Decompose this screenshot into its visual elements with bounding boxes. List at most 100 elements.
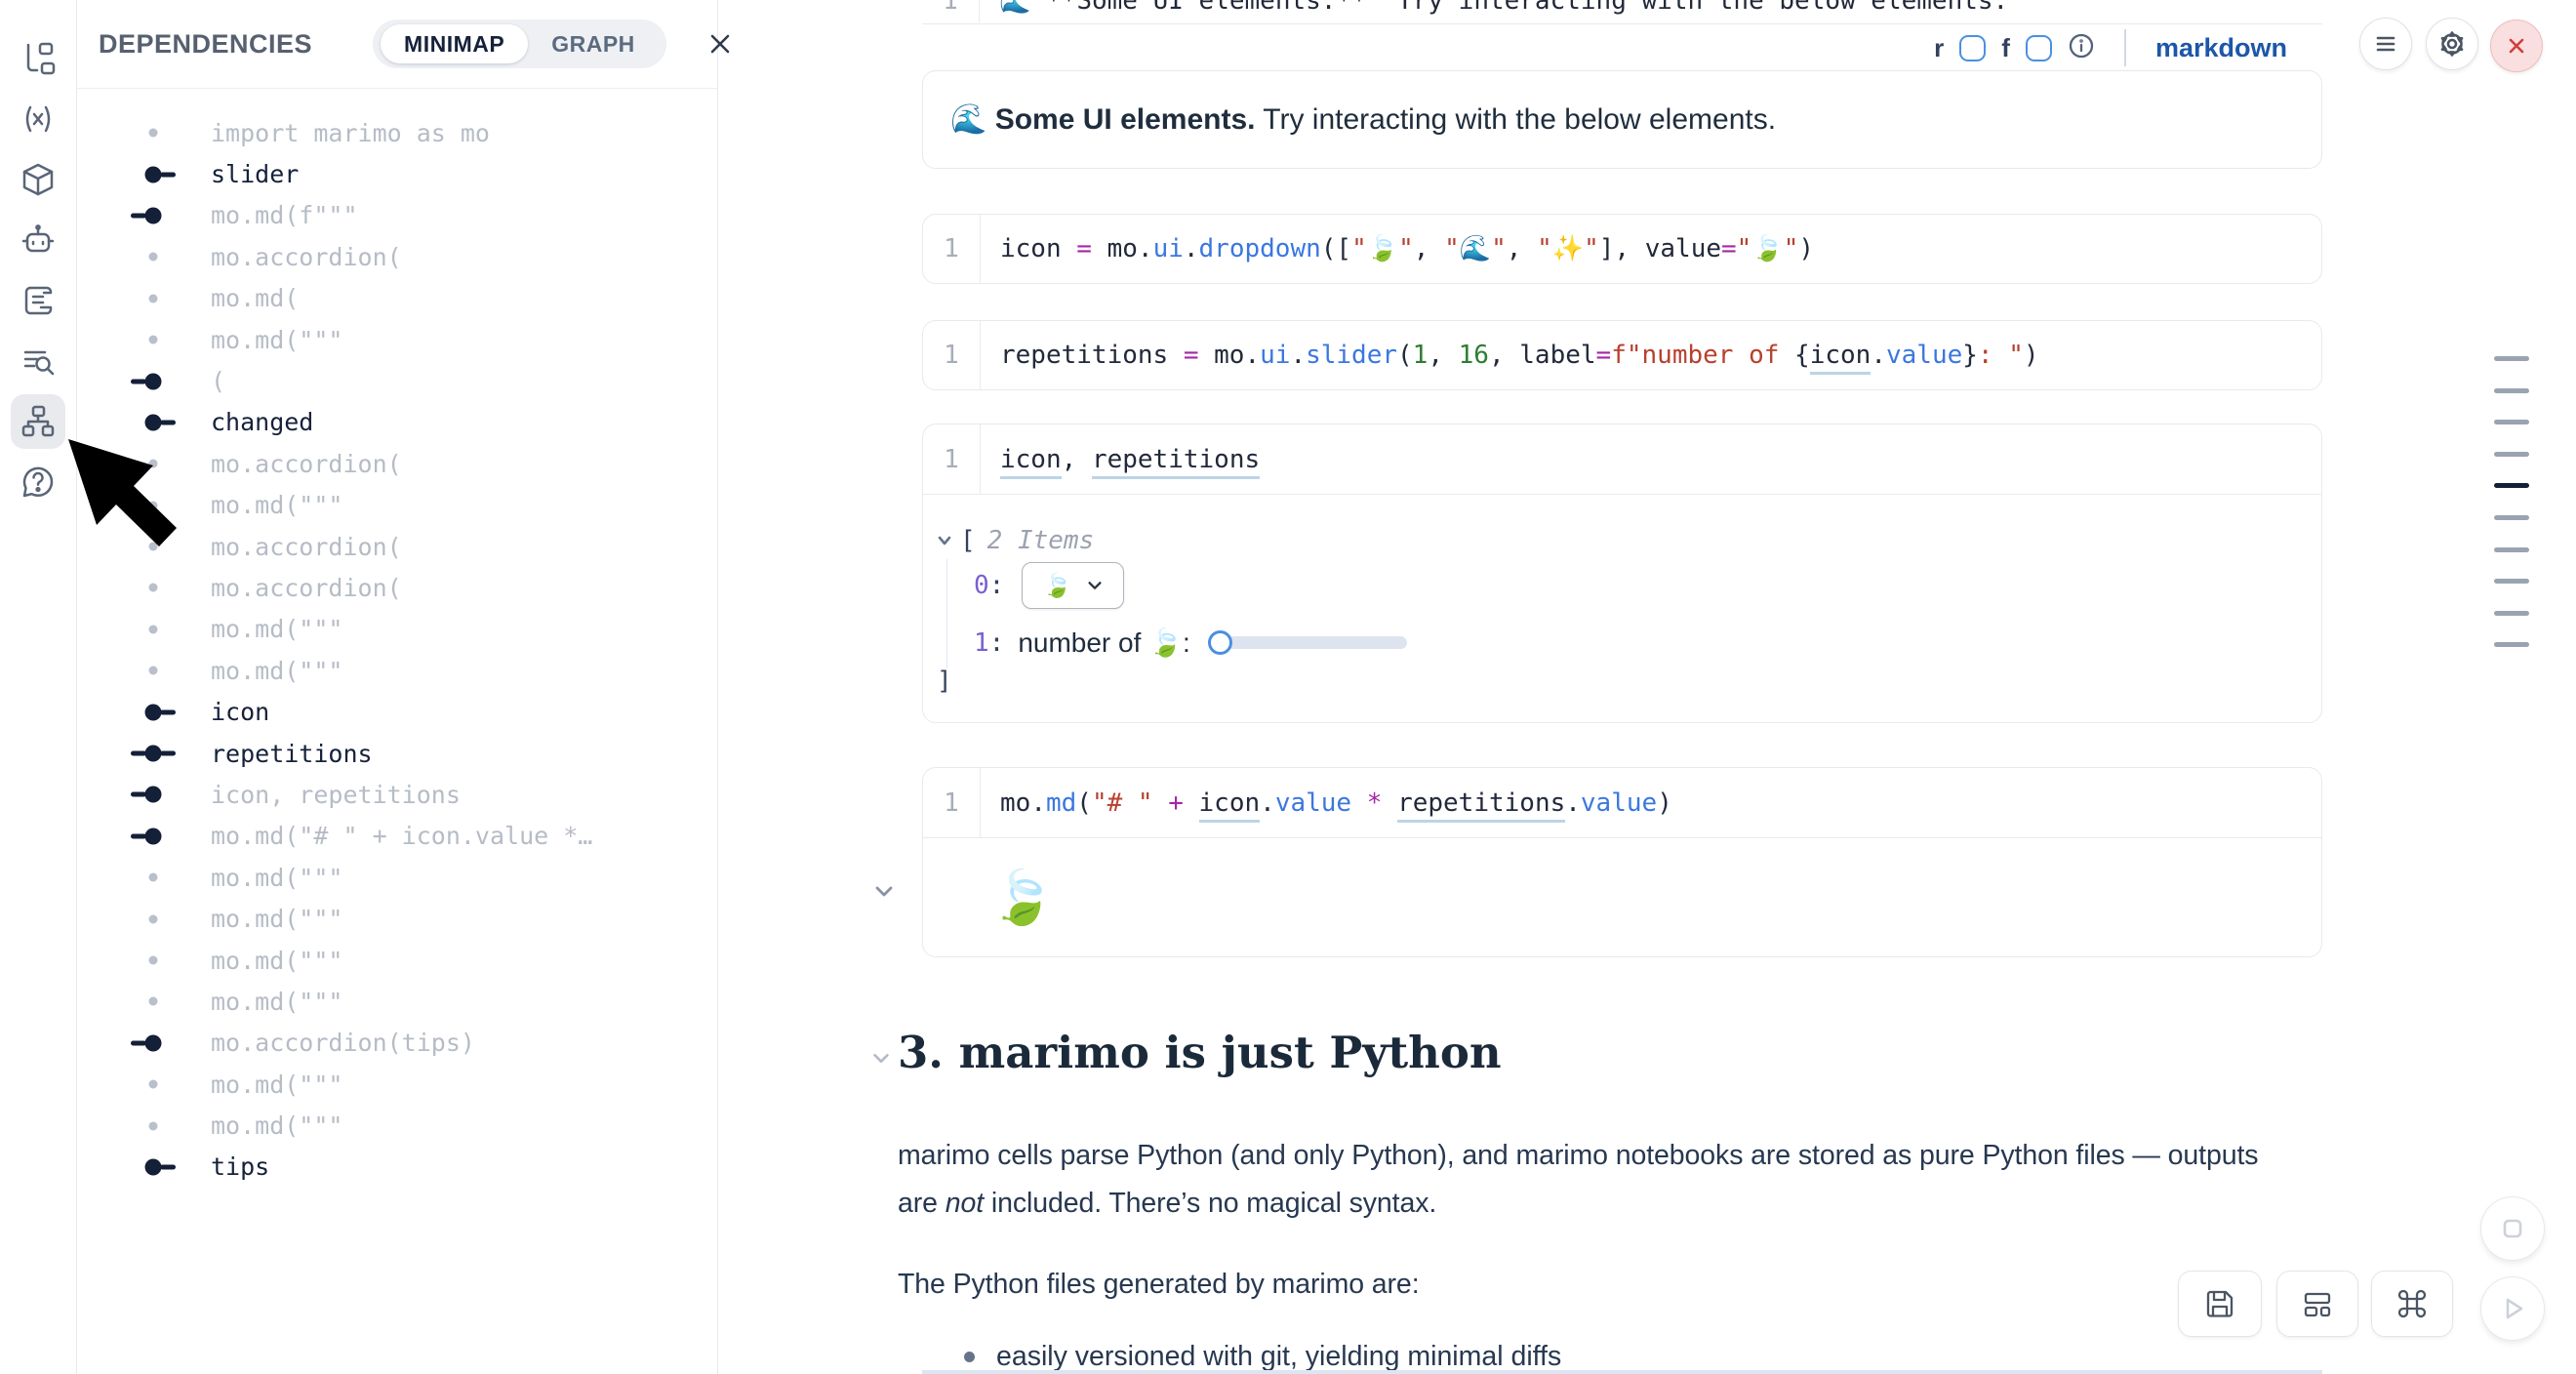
scroll-mark[interactable] [2494,579,2529,584]
tab-graph[interactable]: GRAPH [528,24,659,63]
minimap-item[interactable]: mo.md(""" [77,857,717,898]
dropdown-select[interactable]: 🍃 [1022,562,1124,609]
code-cell-md[interactable]: 1 mo.md("# " + icon.value * repetitions.… [922,767,2322,957]
minimap-item[interactable]: icon [77,691,717,732]
file-explorer-icon[interactable] [11,31,65,86]
code-line[interactable]: icon, repetitions [981,445,1260,474]
help-icon[interactable] [11,455,65,509]
stop-button[interactable] [2480,1196,2545,1261]
minimap-item-label: mo.md("# " + icon.value *… [211,822,592,850]
variables-icon[interactable] [11,92,65,146]
layout-button[interactable] [2276,1271,2358,1337]
minimap-item[interactable]: import marimo as mo [77,112,717,153]
info-icon[interactable] [2068,32,2095,64]
keyboard-shortcuts-button[interactable] [2371,1271,2453,1337]
markdown-output-cell[interactable]: 🌊 Some UI elements. Try interacting with… [922,70,2322,169]
code-line[interactable]: repetitions = mo.ui.slider(1, 16, label=… [981,341,2039,370]
scroll-mark[interactable] [2494,356,2529,361]
code-cell-slider[interactable]: 1 repetitions = mo.ui.slider(1, 16, labe… [922,320,2322,390]
minimap-item[interactable]: mo.md(""" [77,898,717,939]
slider-handle[interactable] [1208,630,1232,655]
notebook-menu-button[interactable] [2359,18,2412,70]
minimap-item[interactable]: mo.md(""" [77,1064,717,1105]
cell-marker-icon [131,1157,176,1177]
collapse-chevron-icon[interactable] [935,531,954,550]
scroll-mark[interactable] [2494,388,2529,393]
scroll-mark[interactable] [2494,642,2529,647]
dropdown-value: 🍃 [1043,572,1072,599]
minimap-item[interactable]: mo.md(""" [77,981,717,1022]
raw-checkbox[interactable] [1959,35,1986,61]
scroll-mark[interactable] [2494,611,2529,616]
minimap-item[interactable]: mo.md(""" [77,485,717,526]
minimap-item[interactable]: mo.accordion( [77,526,717,567]
settings-button[interactable] [2426,18,2478,70]
shutdown-button[interactable] [2490,20,2543,72]
run-button[interactable] [2480,1276,2545,1341]
next-cell-edge [922,1370,2322,1374]
minimap-item-label: mo.md(""" [211,905,342,933]
line-number: 1 [922,0,979,16]
scroll-mark[interactable] [2494,420,2529,424]
minimap-item[interactable]: ( [77,360,717,401]
packages-icon[interactable] [11,152,65,207]
code-line[interactable]: icon = mo.ui.dropdown(["🍃", "🌊", "✨"], v… [981,234,1814,263]
repetitions-slider[interactable] [1208,630,1407,655]
minimap-item[interactable]: changed [77,402,717,443]
dependencies-panel: DEPENDENCIES MINIMAP GRAPH import marimo… [77,0,718,1374]
minimap-item[interactable]: mo.md(""" [77,609,717,650]
scroll-mark[interactable] [2494,515,2529,520]
slider-track[interactable] [1227,636,1407,649]
section-collapse-chevron-icon[interactable] [869,1046,893,1074]
gear-icon [2437,29,2467,59]
code-cell-dropdown[interactable]: 1 icon = mo.ui.dropdown(["🍃", "🌊", "✨"],… [922,214,2322,284]
cell-marker-icon [131,454,176,473]
line-number: 1 [923,788,980,818]
cell-marker-icon [131,496,176,515]
cell-marker-icon [131,785,176,804]
minimap-item[interactable]: mo.md(""" [77,1105,717,1146]
minimap-item[interactable]: mo.accordion( [77,236,717,277]
snippets-icon[interactable] [11,334,65,388]
minimap-item-label: mo.md(""" [211,657,342,685]
cell-marker-icon [131,413,176,432]
close-panel-button[interactable] [705,27,735,61]
minimap-item-label: changed [211,408,313,436]
minimap-item[interactable]: mo.accordion( [77,567,717,608]
tab-minimap[interactable]: MINIMAP [381,24,528,63]
list-item: easily versioned with git, yielding mini… [964,1341,1561,1373]
close-icon [2503,32,2530,60]
panel-header: DEPENDENCIES MINIMAP GRAPH [77,0,717,89]
minimap-item[interactable]: icon, repetitions [77,774,717,815]
tree-row: 1: number of 🍃: [974,626,1407,659]
markdown-cell-toolbar: r f markdown [922,25,2322,70]
code-line[interactable]: mo.md("# " + icon.value * repetitions.va… [981,788,1672,818]
output-collapse-chevron-icon[interactable] [871,878,897,909]
dependencies-icon[interactable] [11,394,65,449]
save-button[interactable] [2178,1271,2262,1337]
cell-marker-icon [131,123,176,142]
minimap-item[interactable]: mo.accordion( [77,443,717,484]
language-mode-label[interactable]: markdown [2155,33,2287,63]
minimap-item[interactable]: mo.md("# " + icon.value *… [77,816,717,857]
row-index: 0 [974,571,989,600]
scroll-mark[interactable] [2494,547,2529,552]
minimap-item[interactable]: mo.md(""" [77,940,717,981]
cell-marker-icon [131,289,176,308]
minimap-item[interactable]: mo.md(f""" [77,195,717,236]
minimap-item[interactable]: slider [77,153,717,194]
minimap-item[interactable]: mo.md(""" [77,319,717,360]
scratchpad-icon[interactable] [11,273,65,328]
ai-assistant-icon[interactable] [11,213,65,267]
minimap-item[interactable]: mo.md( [77,278,717,319]
format-checkbox[interactable] [2026,35,2052,61]
markdown-editor-cut[interactable]: 1 🌊 **Some UI elements.** Try interactin… [922,0,2322,24]
minimap-item[interactable]: repetitions [77,733,717,774]
scroll-mark[interactable] [2494,452,2529,457]
code-cell-expression[interactable]: 1 icon, repetitions [ 2 Items 0: 🍃 1: nu… [922,424,2322,723]
minimap-item[interactable]: mo.accordion(tips) [77,1023,717,1064]
minimap-item[interactable]: tips [77,1147,717,1188]
scroll-mark-active[interactable] [2494,483,2529,488]
minimap-item[interactable]: mo.md(""" [77,650,717,691]
cell-marker-icon [131,620,176,639]
